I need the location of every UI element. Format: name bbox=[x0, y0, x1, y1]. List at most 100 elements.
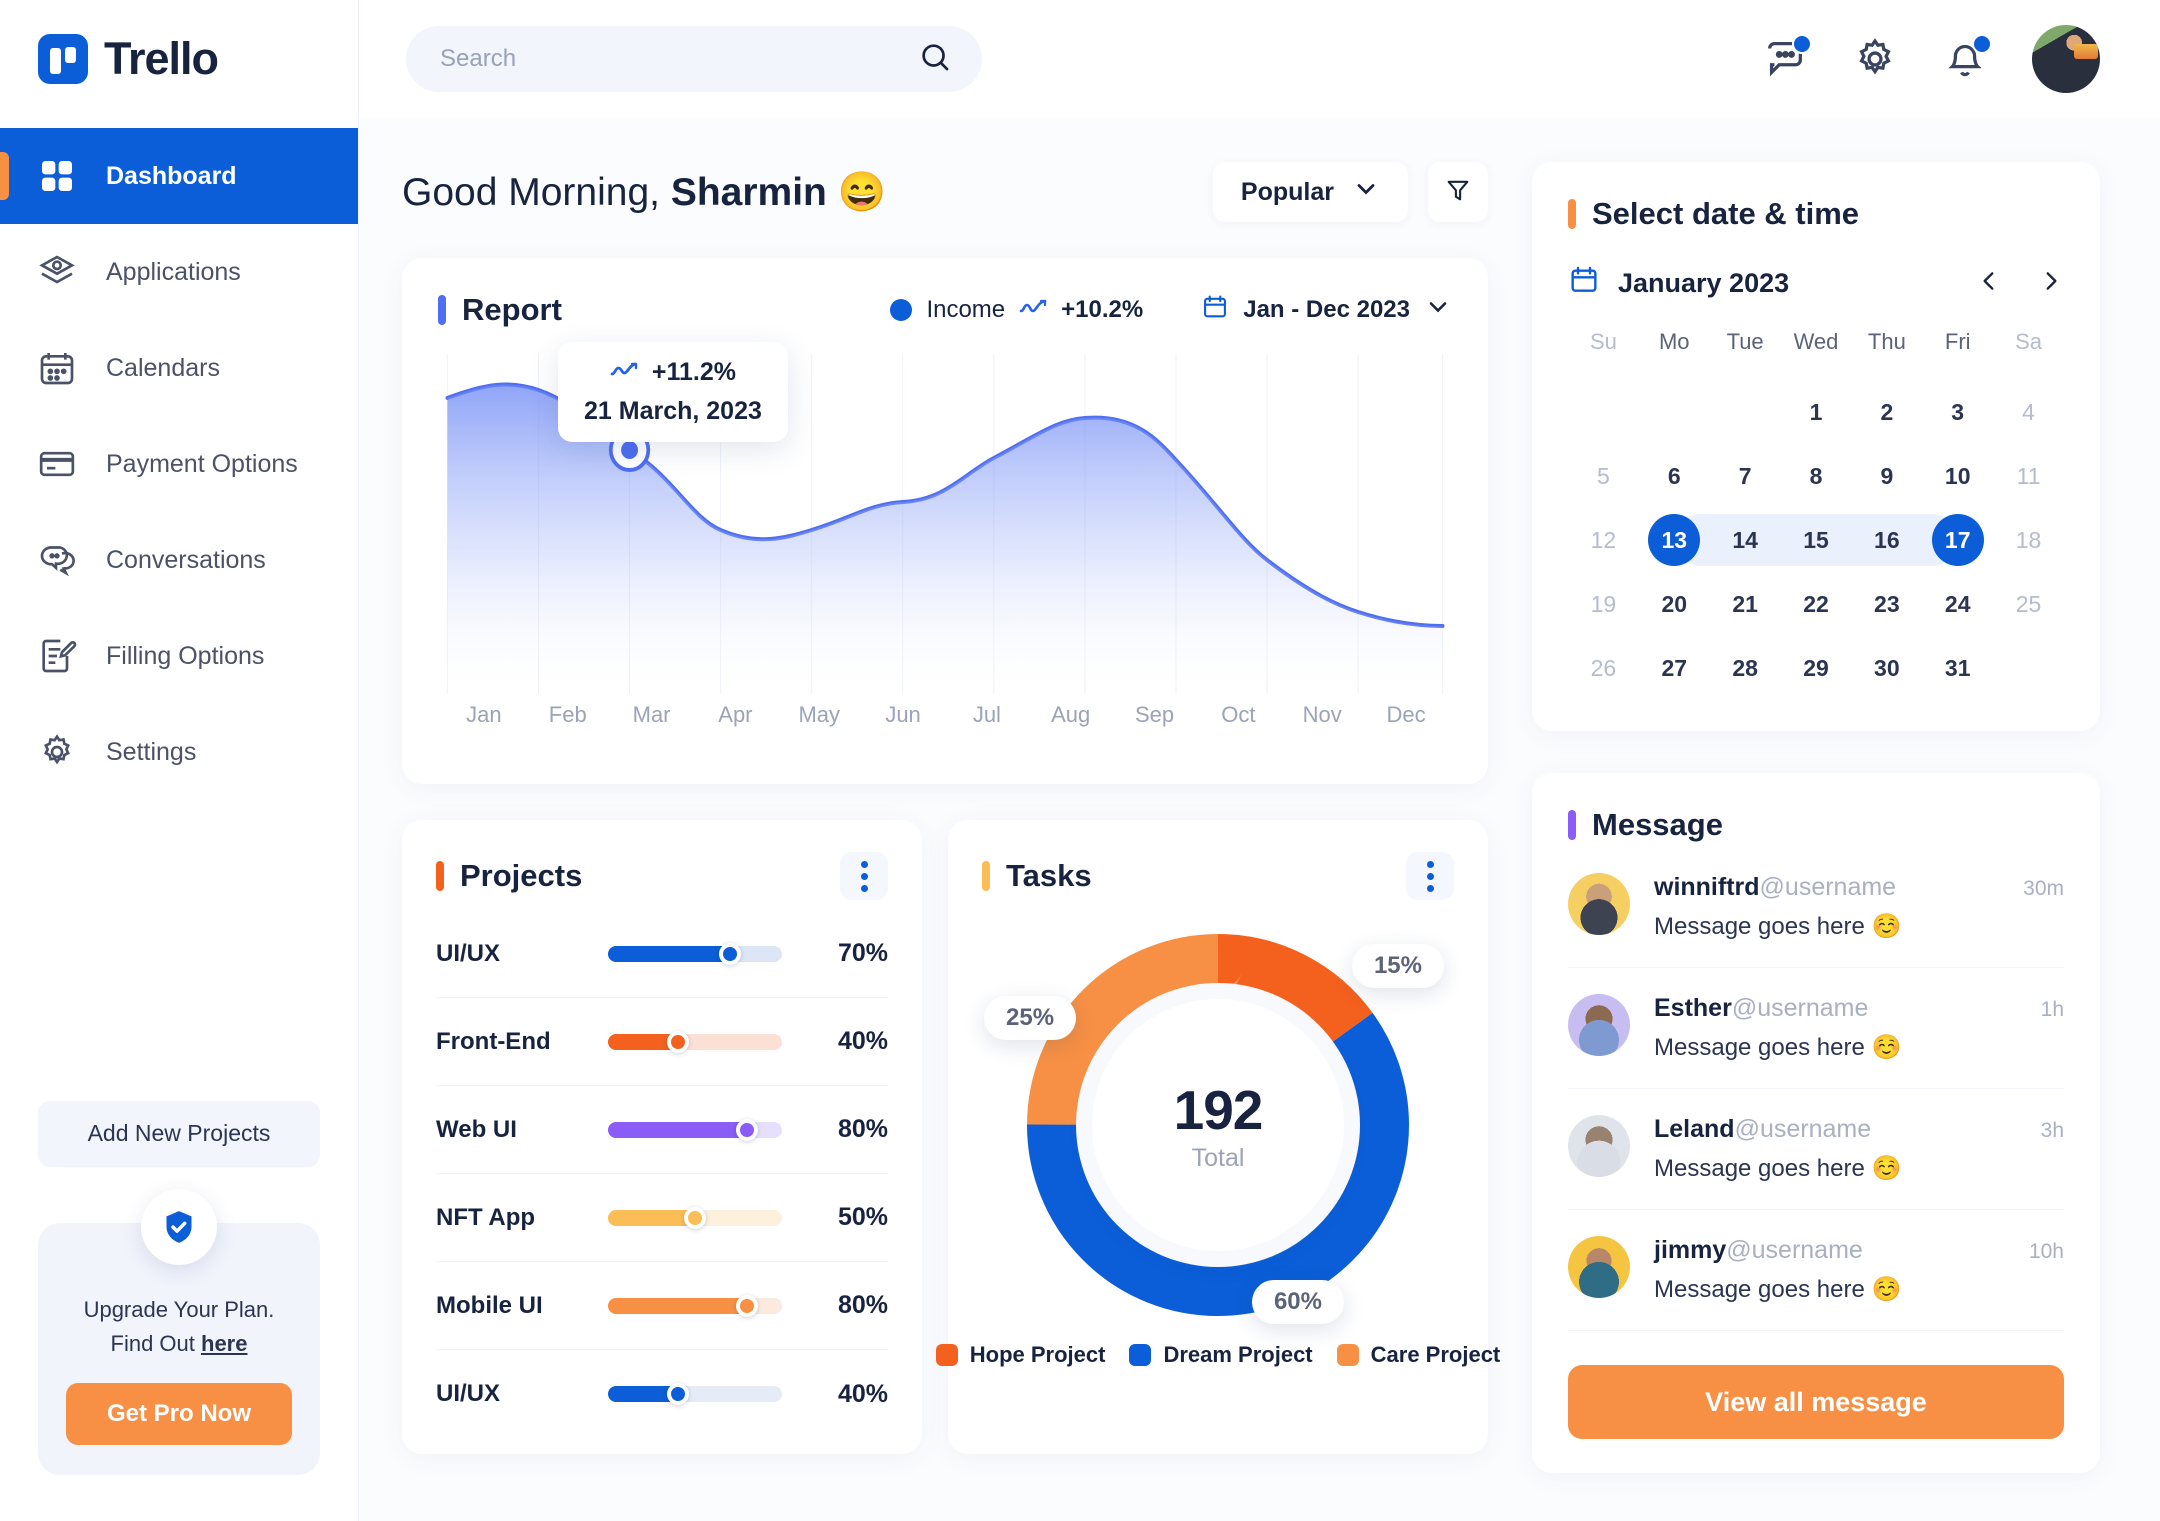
calendar-next-month-icon[interactable] bbox=[2038, 268, 2064, 299]
title-accent-bar bbox=[1568, 199, 1576, 229]
tasks-more-options-icon[interactable] bbox=[1406, 852, 1454, 900]
sort-popular-label: Popular bbox=[1240, 177, 1334, 206]
filter-button[interactable] bbox=[1428, 162, 1488, 222]
calendar-day[interactable]: 21 bbox=[1719, 578, 1771, 630]
progress-knob[interactable] bbox=[736, 1118, 759, 1141]
settings-gear-icon[interactable] bbox=[1852, 36, 1898, 82]
progress-knob[interactable] bbox=[666, 1030, 689, 1053]
calendar-dow-header: Tue bbox=[1726, 329, 1764, 354]
tooltip-date: 21 March, 2023 bbox=[584, 397, 762, 425]
calendar-day[interactable]: 30 bbox=[1861, 642, 1913, 694]
filter-funnel-icon bbox=[1444, 176, 1472, 209]
sidebar-item-dashboard[interactable]: Dashboard bbox=[0, 128, 358, 224]
search-input[interactable] bbox=[440, 45, 908, 73]
shield-check-icon bbox=[141, 1188, 217, 1265]
calendar-day[interactable]: 3 bbox=[1932, 386, 1984, 438]
message-timestamp: 30m bbox=[2023, 877, 2064, 900]
project-progress-bar[interactable] bbox=[608, 1383, 782, 1405]
calendar-day[interactable]: 28 bbox=[1719, 642, 1771, 694]
project-progress-bar[interactable] bbox=[608, 1118, 782, 1141]
calendar-day[interactable]: 12 bbox=[1577, 514, 1629, 566]
calendar-day[interactable]: 8 bbox=[1790, 450, 1842, 502]
calendar-day[interactable]: 25 bbox=[2003, 578, 2055, 630]
smile-emoji-icon: 😄 bbox=[837, 171, 887, 214]
project-progress-bar[interactable] bbox=[608, 1294, 782, 1317]
calendar-month-selector[interactable]: January 2023 bbox=[1568, 264, 1789, 303]
projects-more-options-icon[interactable] bbox=[840, 852, 888, 900]
calendar-day[interactable]: 1 bbox=[1790, 386, 1842, 438]
sidebar-item-applications[interactable]: Applications bbox=[0, 224, 358, 320]
messages-list: winniftrd @username 30m Message goes here ☺… bbox=[1568, 843, 2064, 1331]
project-progress-bar[interactable] bbox=[608, 1206, 782, 1229]
progress-knob[interactable] bbox=[718, 942, 741, 965]
calendar-day[interactable]: 26 bbox=[1577, 642, 1629, 694]
upgrade-line-2: Find Out here bbox=[66, 1327, 292, 1361]
calendar-day[interactable]: 29 bbox=[1790, 642, 1842, 694]
calendar-day[interactable]: 22 bbox=[1790, 578, 1842, 630]
sidebar-item-settings[interactable]: Settings bbox=[0, 704, 358, 800]
greeting-username: Sharmin bbox=[670, 171, 827, 214]
calendar-day[interactable]: 7 bbox=[1719, 450, 1771, 502]
calendar-day[interactable]: 18 bbox=[2003, 514, 2055, 566]
sidebar-item-label: Settings bbox=[106, 737, 197, 766]
calendar-day[interactable]: 2 bbox=[1861, 386, 1913, 438]
user-avatar[interactable] bbox=[2032, 25, 2100, 93]
calendar-cell: 16 bbox=[1851, 511, 1923, 569]
message-list-item[interactable]: Leland @username 3h Message goes here ☺️ bbox=[1568, 1089, 2064, 1210]
search-icon[interactable] bbox=[918, 40, 952, 79]
progress-knob[interactable] bbox=[736, 1294, 759, 1317]
avatar bbox=[1568, 873, 1630, 935]
search-box[interactable] bbox=[406, 26, 982, 92]
progress-knob[interactable] bbox=[666, 1383, 689, 1405]
calendar-day[interactable]: 14 bbox=[1719, 514, 1771, 566]
calendar-day[interactable]: 20 bbox=[1648, 578, 1700, 630]
calendar-day[interactable]: 15 bbox=[1790, 514, 1842, 566]
calendar-day[interactable]: 23 bbox=[1861, 578, 1913, 630]
calendar-day[interactable]: 19 bbox=[1577, 578, 1629, 630]
calendar-day[interactable]: 16 bbox=[1861, 514, 1913, 566]
calendar-card: Select date & time January 2023 Su Mo Tu… bbox=[1532, 162, 2100, 731]
message-body: winniftrd @username 30m Message goes here ☺… bbox=[1654, 873, 2064, 941]
project-progress-bar[interactable] bbox=[608, 1030, 782, 1053]
message-list-item[interactable]: Esther @username 1h Message goes here ☺️ bbox=[1568, 968, 2064, 1089]
project-progress-bar[interactable] bbox=[608, 942, 782, 965]
upgrade-here-link[interactable]: here bbox=[201, 1331, 247, 1356]
report-header: Report Income +10.2% Jan - Dec 2023 bbox=[438, 292, 1452, 328]
messages-icon[interactable] bbox=[1762, 34, 1812, 82]
calendar-day[interactable]: 13 bbox=[1648, 514, 1701, 566]
sidebar-item-calendars[interactable]: Calendars bbox=[0, 320, 358, 416]
calendar-day[interactable]: 5 bbox=[1577, 450, 1629, 502]
calendar-cell: 6 bbox=[1639, 447, 1710, 505]
get-pro-now-button[interactable]: Get Pro Now bbox=[66, 1383, 292, 1445]
sidebar-item-conversations[interactable]: Conversations bbox=[0, 512, 358, 608]
notifications-bell-icon[interactable] bbox=[1942, 34, 1992, 82]
message-list-item[interactable]: jimmy @username 10h Message goes here ☺️ bbox=[1568, 1210, 2064, 1331]
calendar-day[interactable]: 9 bbox=[1861, 450, 1913, 502]
sidebar-item-filling-options[interactable]: Filling Options bbox=[0, 608, 358, 704]
sidebar-item-payment-options[interactable]: Payment Options bbox=[0, 416, 358, 512]
topbar-icons bbox=[1762, 25, 2100, 93]
calendar-day[interactable]: 11 bbox=[2003, 450, 2055, 502]
calendar-day[interactable]: 27 bbox=[1648, 642, 1700, 694]
avatar bbox=[1568, 1115, 1630, 1177]
x-tick-label: Nov bbox=[1302, 702, 1342, 727]
message-list-item[interactable]: winniftrd @username 30m Message goes here ☺… bbox=[1568, 843, 2064, 968]
view-all-messages-button[interactable]: View all message bbox=[1568, 1365, 2064, 1439]
calendar-day[interactable]: 10 bbox=[1932, 450, 1984, 502]
x-tick-label: Jan bbox=[466, 702, 502, 727]
calendar-day[interactable]: 17 bbox=[1931, 514, 1984, 566]
tasks-title: Tasks bbox=[982, 858, 1092, 894]
message-username: winniftrd bbox=[1654, 873, 1760, 901]
project-percent: 40% bbox=[837, 1027, 888, 1055]
calendar-day[interactable]: 6 bbox=[1648, 450, 1700, 502]
calendar-day[interactable]: 4 bbox=[2003, 386, 2055, 438]
brand-logo[interactable]: Trello bbox=[0, 0, 358, 118]
sort-popular-dropdown[interactable]: Popular bbox=[1212, 162, 1408, 222]
calendar-day[interactable]: 31 bbox=[1932, 642, 1984, 694]
calendar-day[interactable]: 24 bbox=[1932, 578, 1984, 630]
report-date-range-dropdown[interactable]: Jan - Dec 2023 bbox=[1201, 293, 1452, 328]
progress-knob[interactable] bbox=[684, 1206, 706, 1229]
calendar-prev-month-icon[interactable] bbox=[1976, 268, 2002, 299]
add-new-projects-button[interactable]: Add New Projects bbox=[38, 1100, 320, 1167]
calendar-grid: Su Mo Tue Wed Thu Fri Sa 1 2 3 4 5 6 7 8 9 10 11 12 13 14 15 1… bbox=[1568, 329, 2064, 697]
